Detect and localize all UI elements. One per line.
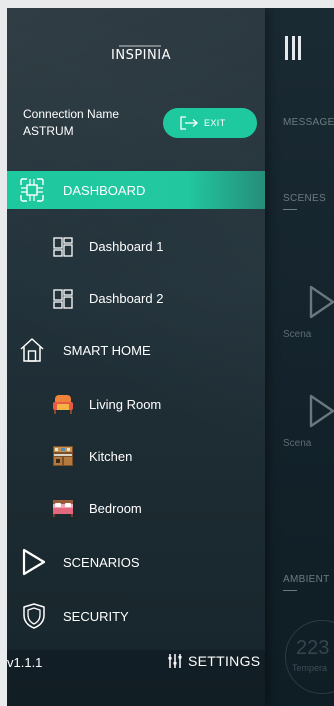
tile-icon bbox=[53, 237, 73, 257]
section-underline bbox=[283, 590, 297, 591]
nav-dashboard-2-label: Dashboard 2 bbox=[89, 290, 164, 306]
main-panel: MESSAGES SCENES Scena Scena AMBIENT 223 … bbox=[265, 8, 334, 706]
scene-card[interactable]: Scena bbox=[283, 284, 334, 354]
section-ambient: AMBIENT bbox=[283, 574, 330, 585]
app-version: v1.1.1 bbox=[7, 655, 43, 670]
scene-label: Scena bbox=[283, 438, 312, 449]
logout-icon bbox=[180, 116, 198, 130]
kitchen-icon bbox=[51, 444, 75, 468]
sofa-icon bbox=[51, 392, 75, 416]
play-icon bbox=[20, 547, 48, 577]
tab-messages[interactable]: MESSAGES bbox=[283, 117, 334, 128]
nav-dashboard-label: DASHBOARD bbox=[63, 182, 146, 198]
settings-button[interactable]: SETTINGS bbox=[167, 653, 260, 669]
bed-icon bbox=[51, 496, 75, 520]
exit-label: EXIT bbox=[204, 118, 226, 128]
sliders-icon bbox=[168, 654, 182, 668]
nav-dashboard-1[interactable]: Dashboard 1 bbox=[7, 227, 265, 265]
temperature-gauge: 223 Tempera bbox=[285, 620, 334, 694]
nav-security-label: SECURITY bbox=[63, 608, 129, 624]
dashboard-icon bbox=[19, 177, 45, 203]
svg-text:INSPINIA: INSPINIA bbox=[111, 48, 171, 63]
home-icon bbox=[19, 337, 45, 363]
tile-icon bbox=[53, 289, 73, 309]
tab-scenes[interactable]: SCENES bbox=[283, 193, 326, 204]
nav-scenarios-label: SCENARIOS bbox=[63, 554, 140, 570]
scene-card[interactable]: Scena bbox=[283, 393, 334, 463]
menu-icon[interactable] bbox=[285, 36, 301, 60]
nav-living-room[interactable]: Living Room bbox=[7, 385, 265, 423]
nav-security[interactable]: SECURITY bbox=[7, 597, 265, 635]
tab-underline bbox=[283, 209, 297, 210]
exit-button[interactable]: EXIT bbox=[163, 108, 257, 138]
scene-label: Scena bbox=[283, 329, 312, 340]
play-icon bbox=[309, 285, 334, 319]
nav-kitchen-label: Kitchen bbox=[89, 448, 133, 464]
app-frame: MESSAGES SCENES Scena Scena AMBIENT 223 … bbox=[7, 8, 334, 706]
nav-bedroom[interactable]: Bedroom bbox=[7, 489, 265, 527]
nav-smart-home-label: SMART HOME bbox=[63, 342, 151, 358]
nav-dashboard[interactable]: DASHBOARD bbox=[7, 171, 265, 209]
brand-logo: INSPINIA bbox=[111, 45, 171, 63]
nav-kitchen[interactable]: Kitchen bbox=[7, 437, 265, 475]
nav-scenarios[interactable]: SCENARIOS bbox=[7, 543, 265, 581]
connection-label: Connection Name bbox=[23, 107, 120, 121]
nav-smart-home[interactable]: SMART HOME bbox=[7, 331, 265, 369]
connection-name: ASTRUM bbox=[23, 124, 74, 138]
gauge-value: 223 bbox=[296, 637, 330, 659]
nav-dashboard-1-label: Dashboard 1 bbox=[89, 238, 164, 254]
nav-dashboard-2[interactable]: Dashboard 2 bbox=[7, 279, 265, 317]
nav-bedroom-label: Bedroom bbox=[89, 500, 142, 516]
nav-living-room-label: Living Room bbox=[89, 396, 162, 412]
sidebar: INSPINIA Connection Name ASTRUM EXIT DAS… bbox=[7, 8, 265, 706]
gauge-label: Tempera bbox=[292, 663, 328, 673]
shield-icon bbox=[21, 602, 47, 630]
settings-label: SETTINGS bbox=[188, 653, 261, 669]
play-icon bbox=[309, 394, 334, 428]
